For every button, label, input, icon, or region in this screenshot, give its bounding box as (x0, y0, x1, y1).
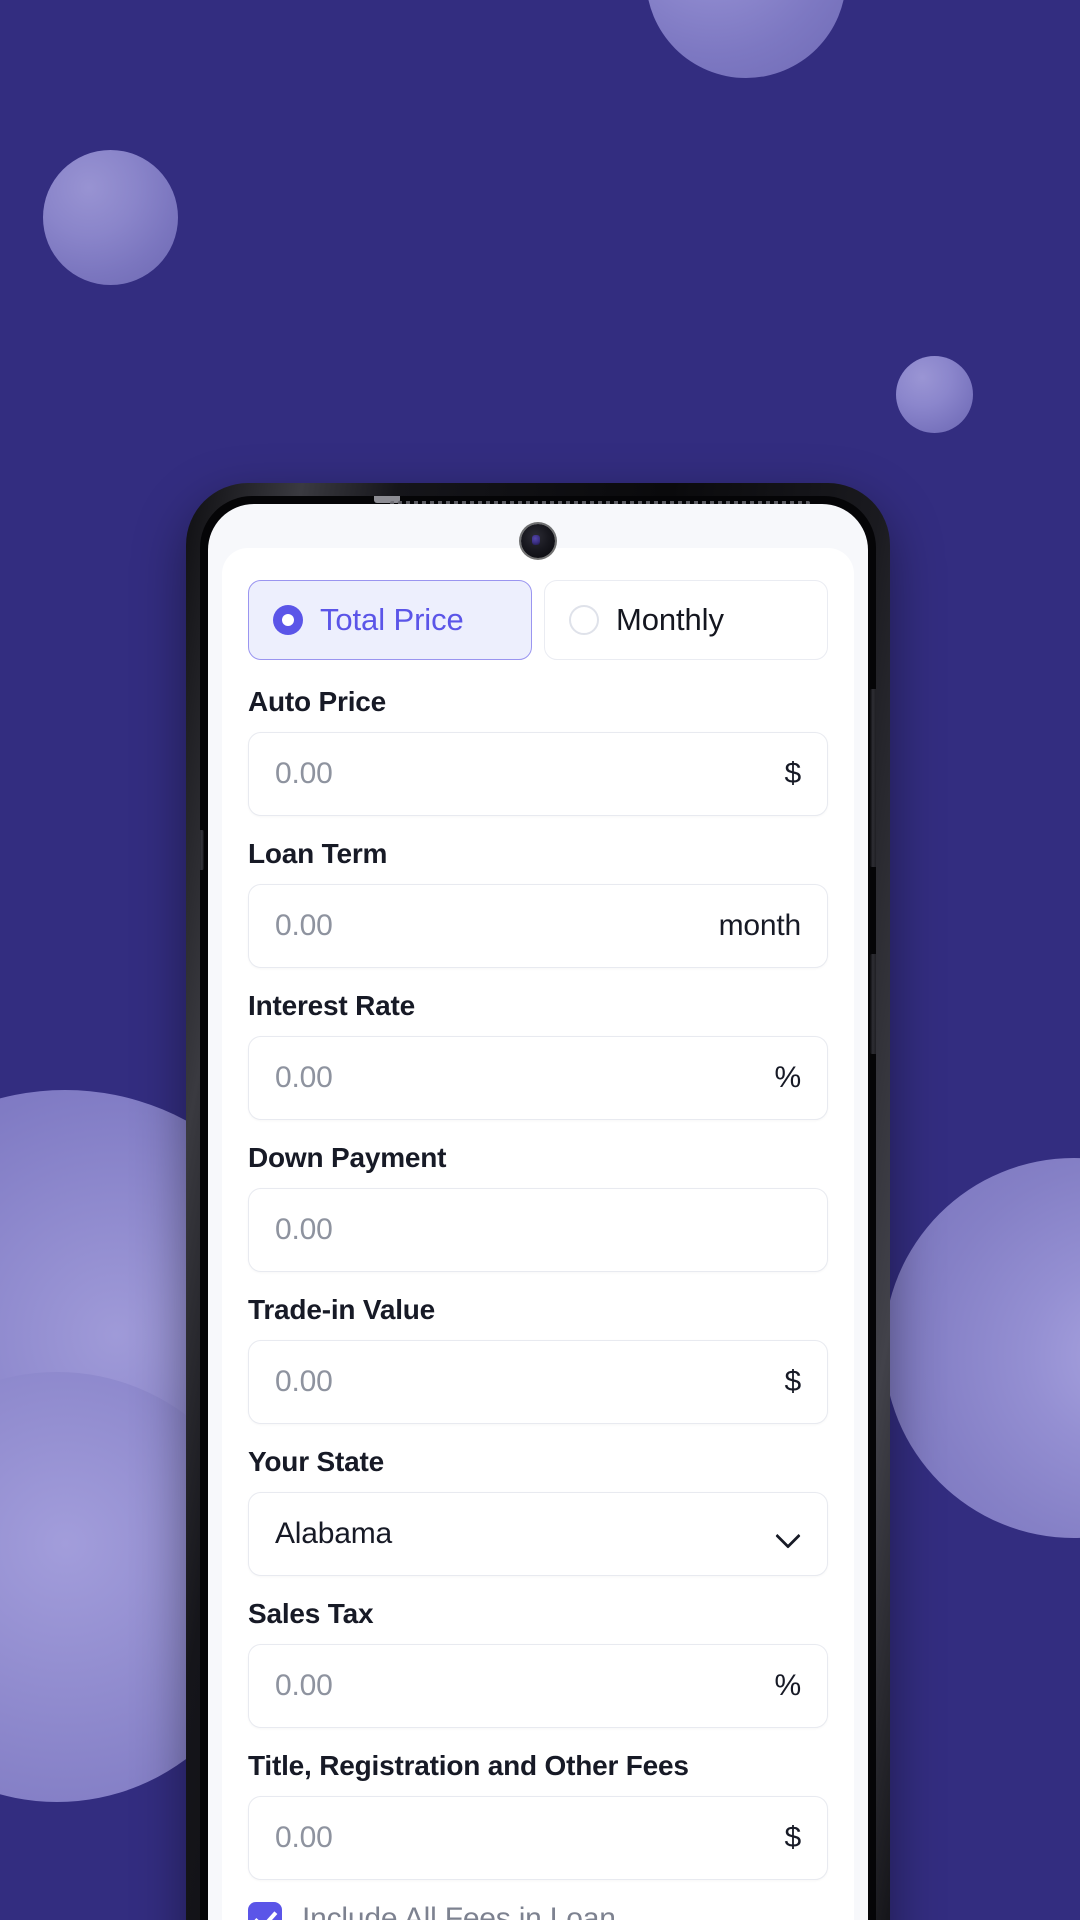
price-mode-selector: Total Price Monthly (248, 580, 828, 660)
mode-option-total-price[interactable]: Total Price (248, 580, 532, 660)
volume-button[interactable] (870, 689, 876, 867)
down-payment-input[interactable]: 0.00 (248, 1188, 828, 1272)
front-camera-icon (521, 524, 555, 558)
field-title-registration-fees: Title, Registration and Other Fees 0.00 … (248, 1750, 828, 1880)
input-suffix-percent: % (774, 1669, 802, 1702)
phone-bezel: Total Price Monthly Auto Price 0.00 $ Lo… (200, 496, 876, 1920)
field-loan-term: Loan Term 0.00 month (248, 838, 828, 968)
field-label: Down Payment (248, 1142, 447, 1173)
field-your-state: Your State Alabama (248, 1446, 828, 1576)
decorative-sphere-top-right (646, 0, 846, 78)
your-state-select[interactable]: Alabama (248, 1492, 828, 1576)
checkbox-checked-icon[interactable] (248, 1902, 282, 1920)
phone-screen: Total Price Monthly Auto Price 0.00 $ Lo… (208, 504, 868, 1920)
input-suffix-currency: $ (784, 1365, 802, 1398)
interest-rate-input[interactable]: 0.00 % (248, 1036, 828, 1120)
mode-option-monthly[interactable]: Monthly (544, 580, 828, 660)
field-label: Interest Rate (248, 990, 416, 1021)
field-sales-tax: Sales Tax 0.00 % (248, 1598, 828, 1728)
input-suffix-unit: month (718, 909, 802, 942)
input-suffix-currency: $ (784, 757, 802, 790)
field-down-payment: Down Payment 0.00 (248, 1142, 828, 1272)
calculator-card: Total Price Monthly Auto Price 0.00 $ Lo… (222, 548, 854, 1920)
field-interest-rate: Interest Rate 0.00 % (248, 990, 828, 1120)
field-label: Your State (248, 1446, 384, 1477)
sales-tax-input[interactable]: 0.00 % (248, 1644, 828, 1728)
field-label: Loan Term (248, 838, 388, 869)
title-registration-fees-input[interactable]: 0.00 $ (248, 1796, 828, 1880)
loan-term-input[interactable]: 0.00 month (248, 884, 828, 968)
field-label: Auto Price (248, 686, 387, 717)
mode-option-label: Total Price (320, 602, 464, 637)
chevron-down-icon[interactable] (775, 1521, 801, 1547)
field-label: Sales Tax (248, 1598, 374, 1629)
input-placeholder: 0.00 (275, 757, 333, 790)
include-all-fees-row[interactable]: Include All Fees in Loan (248, 1902, 828, 1920)
page-root: Total Price Monthly Auto Price 0.00 $ Lo… (0, 0, 1080, 1920)
input-placeholder: 0.00 (275, 1669, 333, 1702)
auto-loan-calculator-form: Total Price Monthly Auto Price 0.00 $ Lo… (222, 548, 854, 1920)
input-placeholder: 0.00 (275, 1365, 333, 1398)
input-placeholder: 0.00 (275, 1213, 333, 1246)
field-label: Title, Registration and Other Fees (248, 1750, 689, 1781)
decorative-sphere-left (43, 150, 178, 285)
trade-in-value-input[interactable]: 0.00 $ (248, 1340, 828, 1424)
radio-selected-icon (273, 605, 303, 635)
input-placeholder: 0.00 (275, 1061, 333, 1094)
field-label: Trade-in Value (248, 1294, 436, 1325)
phone-device-mockup: Total Price Monthly Auto Price 0.00 $ Lo… (186, 483, 890, 1920)
field-trade-in-value: Trade-in Value 0.00 $ (248, 1294, 828, 1424)
decorative-sphere-bottom-right (884, 1158, 1080, 1538)
include-all-fees-label: Include All Fees in Loan (302, 1902, 616, 1920)
mode-option-label: Monthly (616, 602, 724, 637)
radio-unselected-icon (569, 605, 599, 635)
input-suffix-percent: % (774, 1061, 802, 1094)
field-auto-price: Auto Price 0.00 $ (248, 686, 828, 816)
left-side-button[interactable] (200, 830, 204, 870)
auto-price-input[interactable]: 0.00 $ (248, 732, 828, 816)
input-placeholder: 0.00 (275, 1821, 333, 1854)
input-placeholder: 0.00 (275, 909, 333, 942)
decorative-sphere-middle-right (896, 356, 973, 433)
input-suffix-currency: $ (784, 1821, 802, 1854)
power-button[interactable] (870, 954, 876, 1054)
select-selected-value: Alabama (275, 1517, 393, 1550)
